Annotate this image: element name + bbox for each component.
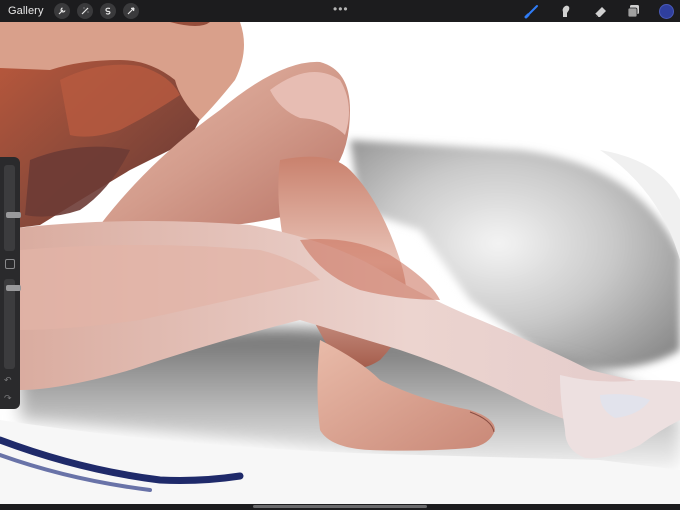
magic-wand-icon[interactable] [76, 3, 93, 19]
artwork [0, 22, 680, 504]
gallery-button[interactable]: Gallery [8, 5, 44, 17]
redo-icon[interactable]: ↷ [4, 393, 12, 404]
left-sidebar: ↶ ↷ [0, 157, 21, 409]
more-options-icon[interactable]: ••• [333, 2, 349, 16]
undo-icon[interactable]: ↶ [4, 375, 12, 386]
brush-size-slider[interactable] [4, 165, 21, 251]
top-toolbar: Gallery ••• [0, 0, 680, 22]
brush-icon[interactable] [523, 2, 541, 20]
eraser-icon[interactable] [591, 2, 609, 20]
color-picker-swatch[interactable] [659, 3, 674, 19]
modify-button[interactable] [5, 259, 15, 269]
drawing-canvas[interactable] [0, 22, 680, 504]
opacity-slider[interactable] [4, 279, 21, 369]
bottom-bar [0, 504, 680, 510]
layers-icon[interactable] [625, 2, 643, 20]
selection-icon[interactable] [99, 3, 116, 19]
opacity-thumb[interactable] [6, 285, 21, 291]
home-indicator[interactable] [253, 505, 427, 508]
wrench-icon[interactable] [53, 3, 70, 19]
right-tools [523, 0, 680, 22]
transform-icon[interactable] [122, 3, 139, 19]
smudge-icon[interactable] [557, 2, 575, 20]
brush-size-thumb[interactable] [6, 212, 21, 218]
